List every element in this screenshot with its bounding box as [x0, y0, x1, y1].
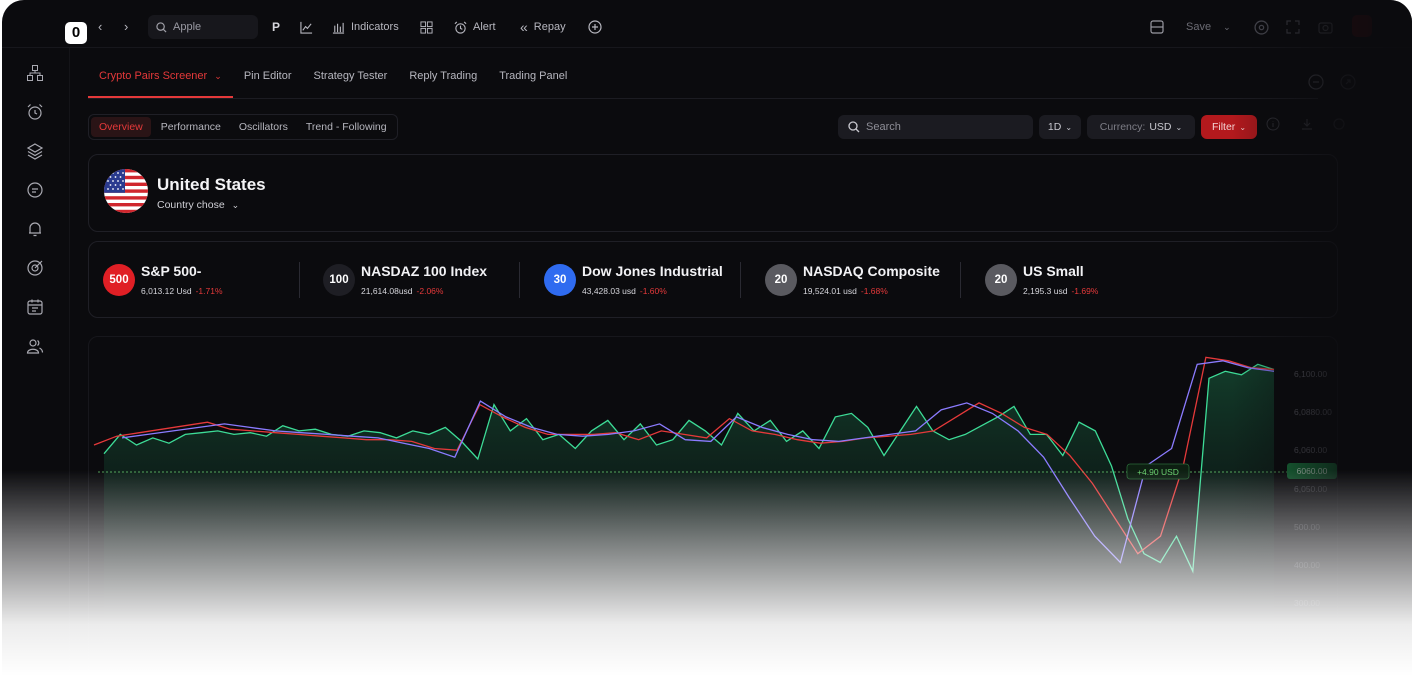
app-window: 0 ‹ › Apple P Indicators Alert « Repay S…: [2, 0, 1412, 676]
y-axis-tick-label: 400.00: [1294, 560, 1320, 570]
y-axis-tick-label: 500.00: [1294, 522, 1320, 532]
series-area: [104, 364, 1274, 676]
y-axis-tick-label: 6,050.00: [1294, 484, 1327, 494]
current-price-tag-label: 6060.00: [1297, 466, 1328, 476]
price-change-label: +4.90 USD: [1137, 467, 1179, 477]
y-axis-tick-label: 6,060.00: [1294, 445, 1327, 455]
y-axis-tick-label: 300.00: [1294, 598, 1320, 608]
y-axis-tick-label: 6,100.00: [1294, 369, 1327, 379]
y-axis-tick-label: 6,0880.00: [1294, 407, 1332, 417]
price-chart[interactable]: +4.90 USD 6060.00 6,100.00 6,0880.00 6,060…: [2, 0, 1412, 676]
